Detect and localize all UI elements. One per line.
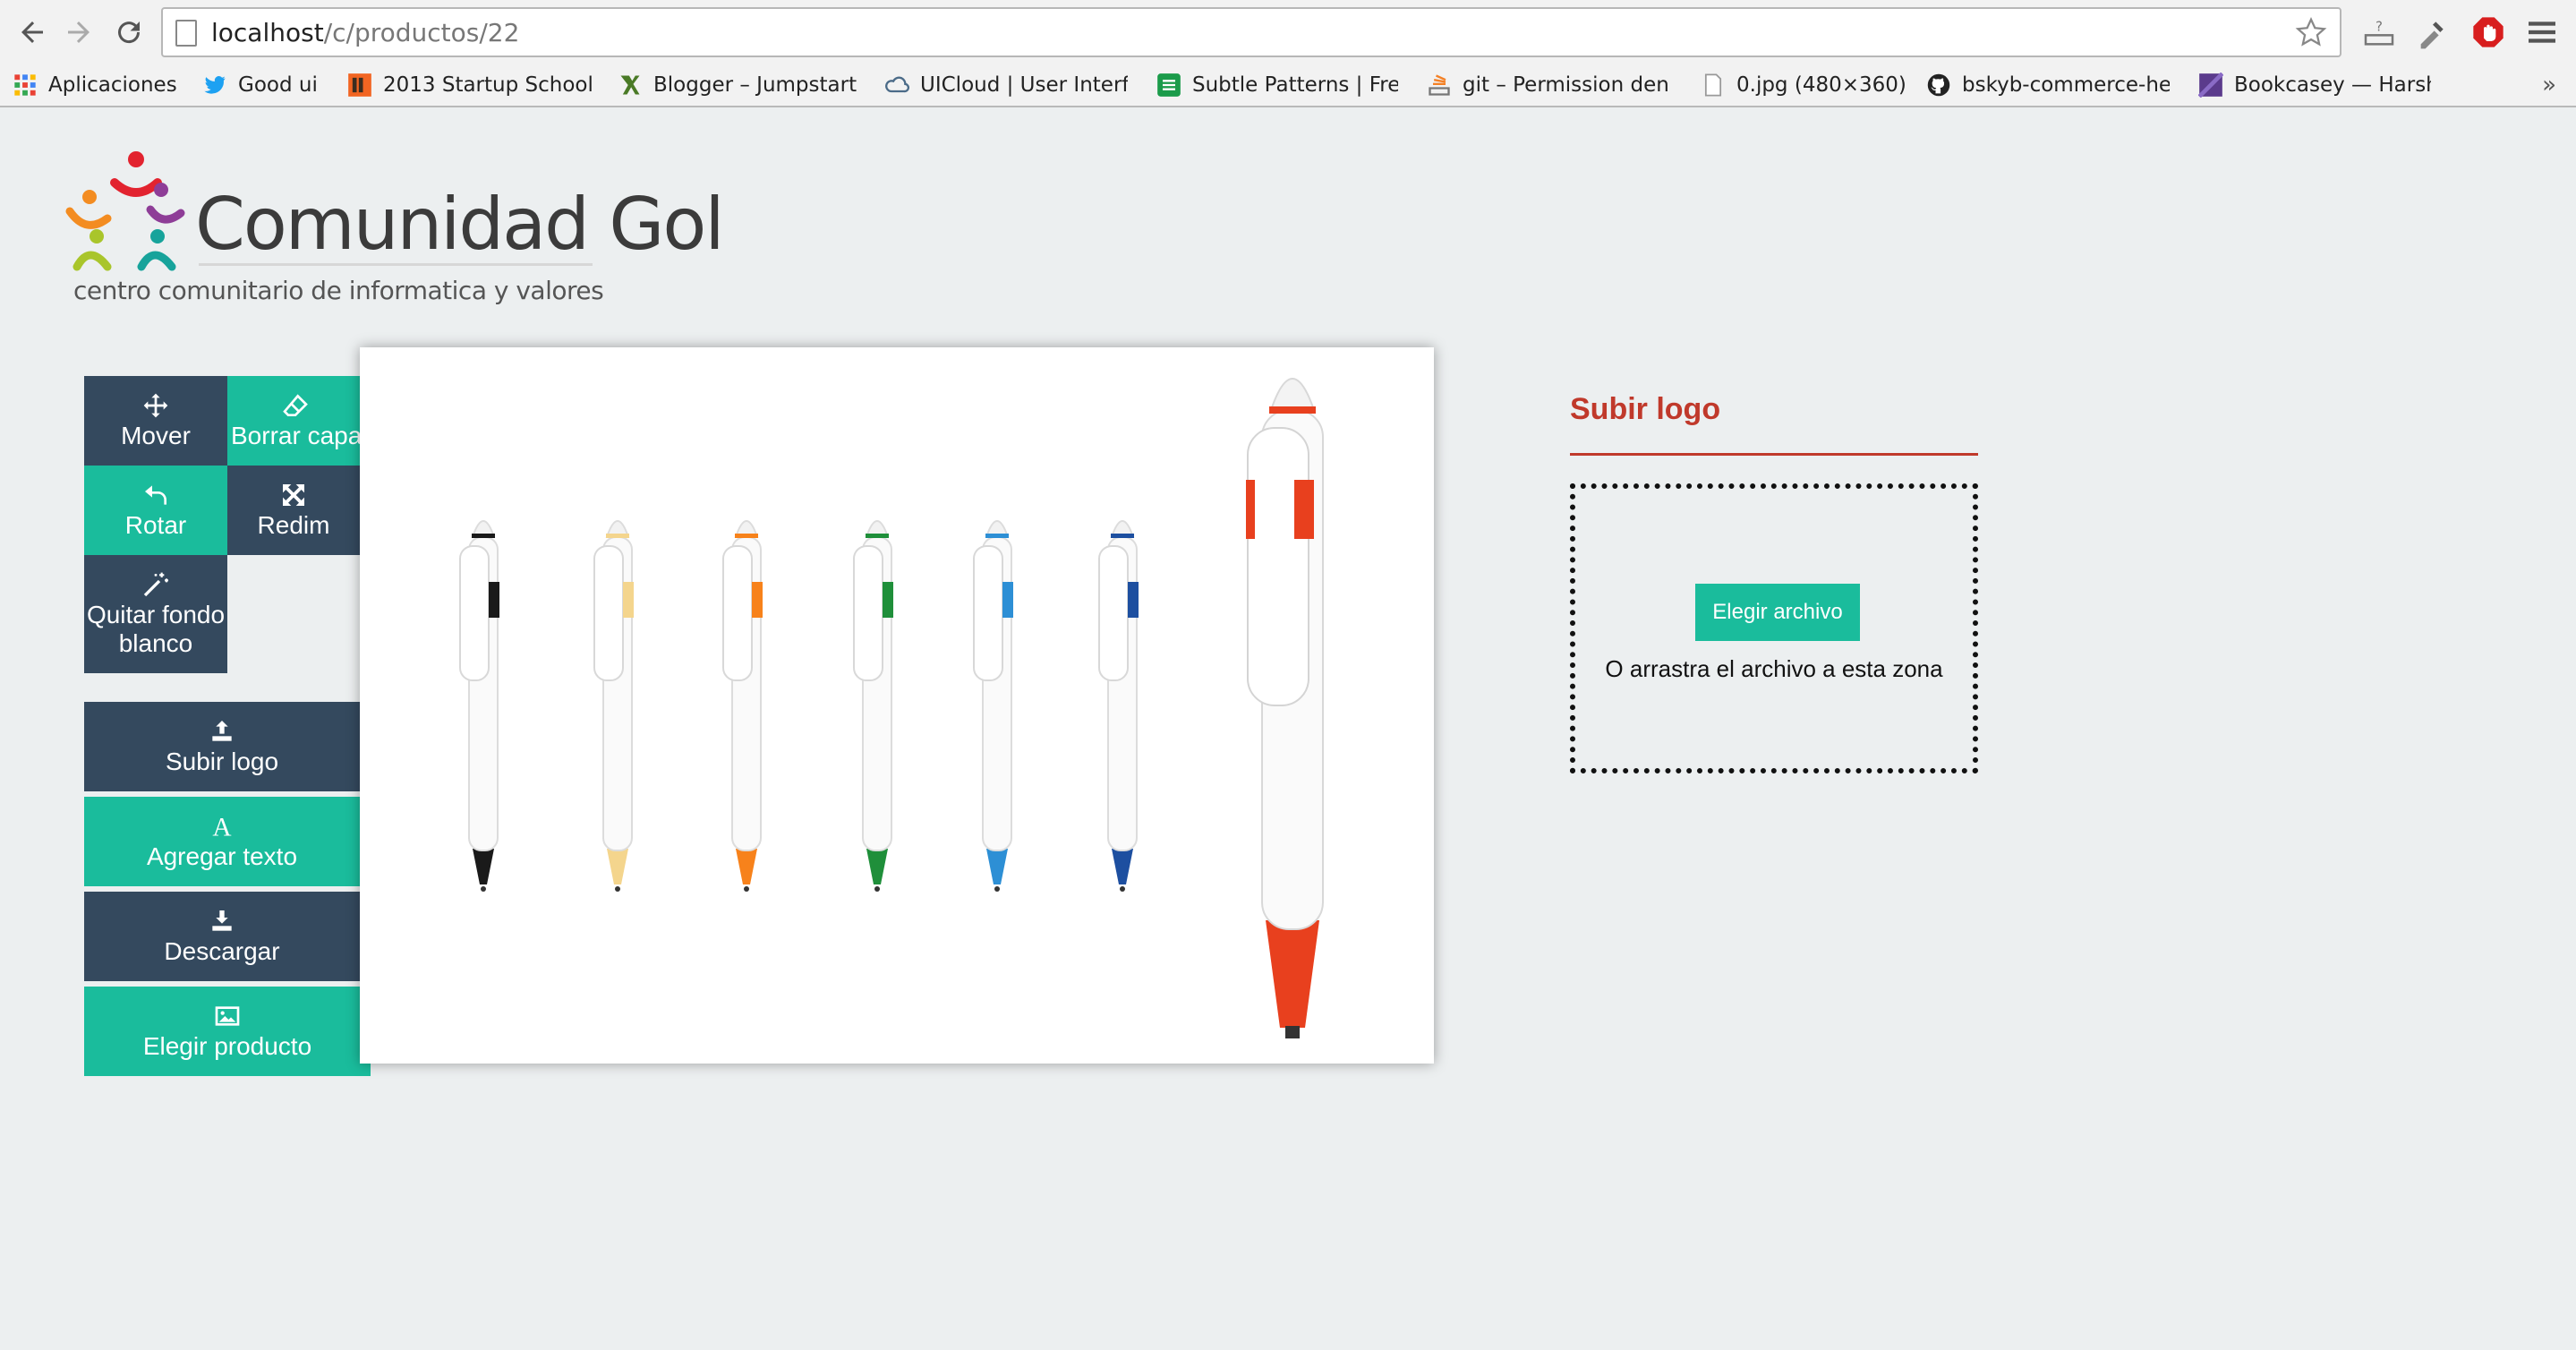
back-arrow-icon	[21, 21, 43, 43]
choose-product-button[interactable]: Elegir producto	[84, 987, 371, 1076]
file-dropzone[interactable]: Elegir archivo O arrastra el archivo a e…	[1570, 483, 1978, 773]
bookmark-aplicaciones[interactable]: Aplicaciones	[13, 68, 192, 102]
rotate-icon	[145, 485, 166, 505]
people-logo-icon	[65, 151, 185, 271]
logo-subtitle: centro comunitario de informatica y valo…	[73, 276, 604, 305]
choose-file-button[interactable]: Elegir archivo	[1695, 584, 1860, 641]
magic-wand-icon	[143, 572, 168, 597]
bookmark-subtle-patterns[interactable]: Subtle Patterns | Fre	[1156, 68, 1398, 102]
product-canvas[interactable]	[360, 347, 1434, 1064]
pen	[593, 520, 634, 892]
bookmark-bskyb[interactable]: bskyb-commerce-he	[1926, 68, 2170, 102]
upload-panel-divider	[1570, 453, 1978, 456]
bookmarks-overflow[interactable]: »	[2542, 72, 2556, 98]
bookmark-0-jpg[interactable]: 0.jpg (480×360)	[1701, 68, 1906, 102]
text-a-icon: A	[212, 814, 231, 841]
resize-button[interactable]: Redim	[227, 466, 360, 555]
large-pen	[1246, 378, 1324, 1038]
resize-icon	[283, 484, 304, 506]
pen	[853, 520, 893, 892]
svg-text:A: A	[212, 814, 231, 841]
upload-panel-title: Subir logo	[1570, 392, 1721, 426]
startup-school-icon	[347, 73, 372, 98]
eraser-icon	[283, 394, 308, 416]
forward-button[interactable]	[59, 13, 98, 52]
pen	[722, 520, 763, 892]
back-button[interactable]	[13, 13, 52, 52]
image-icon	[215, 1006, 240, 1026]
remove-white-background-button[interactable]: Quitar fondo blanco	[84, 555, 227, 673]
page-icon	[175, 20, 197, 47]
upload-icon	[212, 721, 232, 741]
browser-chrome: localhost/c/productos/22 ? Aplicaciones …	[0, 0, 2576, 107]
reload-icon	[118, 21, 141, 44]
menu-icon[interactable]	[2522, 13, 2562, 52]
bookmark-blogger[interactable]: Blogger – Jumpstart	[618, 68, 859, 102]
cloud-icon	[884, 73, 909, 98]
bookmark-star-icon[interactable]	[2295, 16, 2327, 48]
delete-layer-button[interactable]: Borrar capa	[227, 376, 360, 466]
bookmark-git-permission[interactable]: git – Permission den	[1427, 68, 1668, 102]
bookmarks-bar: Aplicaciones Good ui 2013 Startup School…	[0, 64, 2576, 106]
stack-icon	[1427, 73, 1452, 98]
logo-divider	[199, 263, 593, 266]
site-logo[interactable]: Comunidad Gol centro comunitario de info…	[64, 147, 725, 317]
pen	[459, 520, 499, 892]
twitter-bird-icon	[202, 73, 227, 98]
bookmark-bookcasey[interactable]: Bookcasey — Harsh	[2198, 68, 2431, 102]
bookmark-startup-school[interactable]: 2013 Startup School	[347, 68, 603, 102]
forward-arrow-icon	[68, 21, 90, 43]
github-icon	[1926, 73, 1951, 98]
product-image	[459, 378, 1324, 1038]
svg-text:?: ?	[2376, 18, 2383, 34]
address-bar[interactable]: localhost/c/productos/22	[161, 7, 2341, 57]
download-icon	[212, 910, 232, 931]
eyedropper-icon[interactable]	[2413, 13, 2452, 52]
pen	[973, 520, 1013, 892]
dropzone-hint: O arrastra el archivo a esta zona	[1605, 655, 1943, 682]
download-button[interactable]: Descargar	[84, 892, 360, 981]
adblock-icon[interactable]	[2469, 13, 2508, 52]
pen	[1098, 520, 1139, 892]
bookmark-uicloud[interactable]: UICloud | User Interf	[884, 68, 1128, 102]
logo-title: Comunidad Gol	[195, 183, 725, 266]
bookmark-good-ui[interactable]: Good ui	[202, 68, 333, 102]
bookcasey-icon	[2198, 73, 2223, 98]
move-button[interactable]: Mover	[84, 376, 227, 466]
add-text-button[interactable]: A Agregar texto	[84, 797, 360, 886]
file-icon	[1701, 73, 1726, 98]
apps-grid-icon	[13, 73, 38, 98]
url-text: localhost/c/productos/22	[211, 18, 520, 47]
browser-toolbar: localhost/c/productos/22 ?	[0, 0, 2576, 64]
blogger-icon	[618, 73, 643, 98]
rotate-button[interactable]: Rotar	[84, 466, 227, 555]
reload-button[interactable]	[109, 13, 149, 52]
move-icon	[143, 393, 168, 418]
subtle-patterns-icon	[1156, 73, 1181, 98]
extension-tray-icon[interactable]: ?	[2359, 13, 2399, 52]
upload-logo-button[interactable]: Subir logo	[84, 702, 360, 791]
